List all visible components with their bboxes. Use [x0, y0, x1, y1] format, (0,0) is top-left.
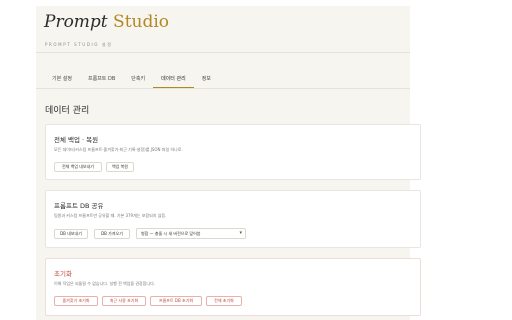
reset-card: 초기화 이해 작업은 되돌릴 수 없습니다. 실행 전 백업을 권장합니다. 즐… — [45, 258, 421, 316]
tab-shortcuts[interactable]: 단축키 — [123, 72, 153, 88]
settings-window: Prompt Studio PROMPT STUDIO 설정 기본 설정 프롬프… — [36, 6, 421, 320]
restore-backup-button[interactable]: 백업 복원 — [106, 162, 134, 172]
header-divider — [36, 52, 410, 53]
reset-description: 이해 작업은 되돌릴 수 없습니다. 실행 전 백업을 권장합니다. — [54, 281, 156, 286]
reset-all-button[interactable]: 전체 초기화 — [206, 296, 242, 306]
backup-title: 전체 백업 · 복원 — [54, 136, 99, 144]
merge-mode-select[interactable]: 병합 — 충돌 시 새 버전으로 덮어씀 ▾ — [136, 228, 246, 239]
share-db-description: 팀원과 커스텀 프롬프트만 공유할 때. 기본 379개는 포함되지 않음. — [54, 213, 167, 218]
reset-recent-button[interactable]: 최근 사용 초기화 — [102, 296, 146, 306]
reset-title: 초기화 — [54, 270, 72, 278]
backup-card: 전체 백업 · 복원 모든 데이터(커스텀 프롬프트·즐겨찾기·최근 기록·설정… — [45, 124, 421, 180]
tab-info[interactable]: 정보 — [194, 72, 219, 88]
chevron-down-icon: ▾ — [239, 230, 242, 236]
settings-tabs: 기본 설정 프롬프트 DB 단축키 데이터 관리 정보 — [44, 72, 219, 88]
export-db-button[interactable]: DB 내보내기 — [54, 229, 88, 239]
backup-description: 모든 데이터(커스텀 프롬프트·즐겨찾기·최근 기록·설정)를 JSON 파일 … — [54, 147, 183, 152]
share-db-title: 프롬프트 DB 공유 — [54, 202, 104, 210]
tabs-divider — [36, 88, 410, 89]
reset-favorites-button[interactable]: 즐겨찾기 초기화 — [54, 296, 98, 306]
page-title: 데이터 관리 — [45, 106, 90, 116]
tab-general[interactable]: 기본 설정 — [44, 72, 80, 88]
page-subtitle: PROMPT STUDIO 설정 — [45, 42, 113, 47]
brand-studio: Studio — [113, 12, 170, 32]
brand-prompt: Prompt — [44, 12, 108, 32]
share-db-card: 프롬프트 DB 공유 팀원과 커스텀 프롬프트만 공유할 때. 기본 379개는… — [45, 190, 421, 248]
tab-data-management[interactable]: 데이터 관리 — [153, 72, 194, 88]
reset-prompt-db-button[interactable]: 프롬프트 DB 초기화 — [150, 296, 202, 306]
brand-logo: Prompt Studio — [44, 12, 169, 32]
import-db-button[interactable]: DB 가져오기 — [94, 229, 130, 239]
merge-mode-value: 병합 — 충돌 시 새 버전으로 덮어씀 — [141, 231, 201, 236]
export-full-backup-button[interactable]: 전체 백업 내보내기 — [54, 162, 102, 172]
tab-prompt-db[interactable]: 프롬프트 DB — [80, 72, 123, 88]
